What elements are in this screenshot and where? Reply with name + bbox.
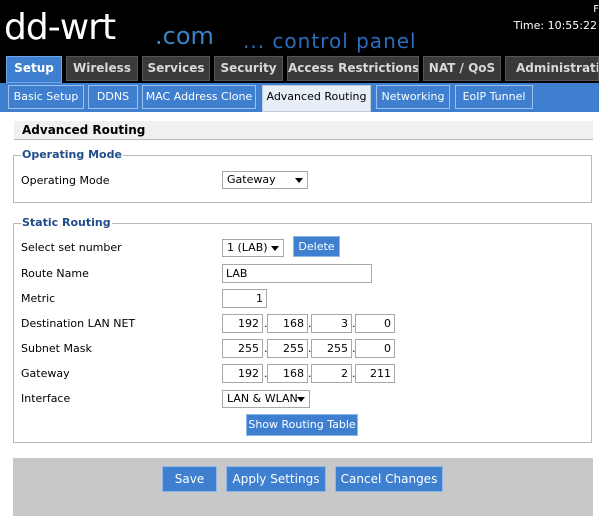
tab-security[interactable]: Security (214, 56, 283, 81)
set-number-value: 1 (LAB) (227, 241, 268, 254)
interface-value: LAN & WLAN (227, 392, 298, 405)
logo-com: .com (155, 22, 214, 50)
dest-lan-label: Destination LAN NET (21, 317, 136, 330)
dest-lan-octet-1[interactable]: 192 (222, 314, 263, 333)
gateway-octet-4[interactable]: 211 (355, 364, 395, 383)
subtab-mac-address-clone[interactable]: MAC Address Clone (142, 85, 256, 109)
cancel-changes-button[interactable]: Cancel Changes (335, 466, 443, 492)
metric-label: Metric (21, 292, 56, 305)
operating-mode-label: Operating Mode (21, 174, 110, 187)
gateway-octet-1[interactable]: 192 (222, 364, 263, 383)
apply-settings-button[interactable]: Apply Settings (226, 466, 326, 492)
content-area: Advanced Routing Operating Mode Operatin… (0, 112, 599, 516)
route-name-label: Route Name (21, 267, 89, 280)
subnet-octet-4[interactable]: 0 (355, 339, 395, 358)
operating-mode-value: Gateway (227, 173, 276, 186)
subtab-networking[interactable]: Networking (376, 85, 450, 109)
gateway-octet-2[interactable]: 168 (267, 364, 308, 383)
save-button[interactable]: Save (162, 466, 217, 492)
subnet-octet-3[interactable]: 255 (311, 339, 352, 358)
tab-administration[interactable]: Administration (505, 56, 599, 81)
sub-tab-bar: Basic Setup DDNS MAC Address Clone Advan… (0, 83, 599, 112)
subnet-octet-2[interactable]: 255 (267, 339, 308, 358)
subnet-label: Subnet Mask (21, 342, 92, 355)
tab-services[interactable]: Services (142, 56, 210, 81)
logo-control-panel: ... control panel (243, 29, 417, 53)
set-number-select[interactable]: 1 (LAB) (222, 239, 284, 257)
chevron-down-icon (297, 397, 305, 402)
header: dd-wrt .com ... control panel F Time: 10… (0, 0, 599, 54)
operating-mode-select[interactable]: Gateway (222, 171, 308, 189)
show-routing-table-button[interactable]: Show Routing Table (246, 414, 358, 436)
operating-mode-fieldset: Operating Mode Operating Mode Gateway (13, 148, 592, 203)
dest-lan-octet-3[interactable]: 3 (311, 314, 352, 333)
subnet-octet-1[interactable]: 255 (222, 339, 263, 358)
subtab-basic-setup[interactable]: Basic Setup (8, 85, 84, 109)
dest-lan-octet-2[interactable]: 168 (267, 314, 308, 333)
clock-time: Time: 10:55:22 (513, 19, 597, 32)
tab-wireless[interactable]: Wireless (66, 56, 138, 81)
static-routing-fieldset: Static Routing Select set number 1 (LAB)… (13, 216, 592, 443)
logo-main: dd-wrt (4, 7, 116, 48)
main-tab-bar: Setup Wireless Services Security Access … (0, 54, 599, 83)
subtab-advanced-routing[interactable]: Advanced Routing (262, 85, 371, 112)
tab-setup[interactable]: Setup (6, 56, 62, 83)
static-routing-legend: Static Routing (21, 216, 112, 230)
gateway-label: Gateway (21, 367, 70, 380)
tab-access-restrictions[interactable]: Access Restrictions (287, 56, 419, 81)
subtab-eoip-tunnel[interactable]: EoIP Tunnel (455, 85, 533, 109)
route-name-input[interactable]: LAB (222, 264, 372, 283)
header-corner-text: F (593, 4, 599, 15)
set-number-label: Select set number (21, 241, 122, 254)
chevron-down-icon (271, 246, 279, 251)
tab-nat-qos[interactable]: NAT / QoS (423, 56, 501, 81)
interface-label: Interface (21, 392, 71, 405)
footer-action-bar: Save Apply Settings Cancel Changes (13, 458, 593, 516)
interface-select[interactable]: LAN & WLAN (222, 390, 310, 408)
metric-input[interactable]: 1 (222, 289, 267, 308)
chevron-down-icon (295, 178, 303, 183)
page-title: Advanced Routing (14, 120, 593, 140)
subtab-ddns[interactable]: DDNS (88, 85, 138, 109)
delete-button[interactable]: Delete (293, 236, 340, 257)
gateway-octet-3[interactable]: 2 (311, 364, 352, 383)
operating-mode-legend: Operating Mode (21, 148, 123, 162)
dest-lan-octet-4[interactable]: 0 (355, 314, 395, 333)
